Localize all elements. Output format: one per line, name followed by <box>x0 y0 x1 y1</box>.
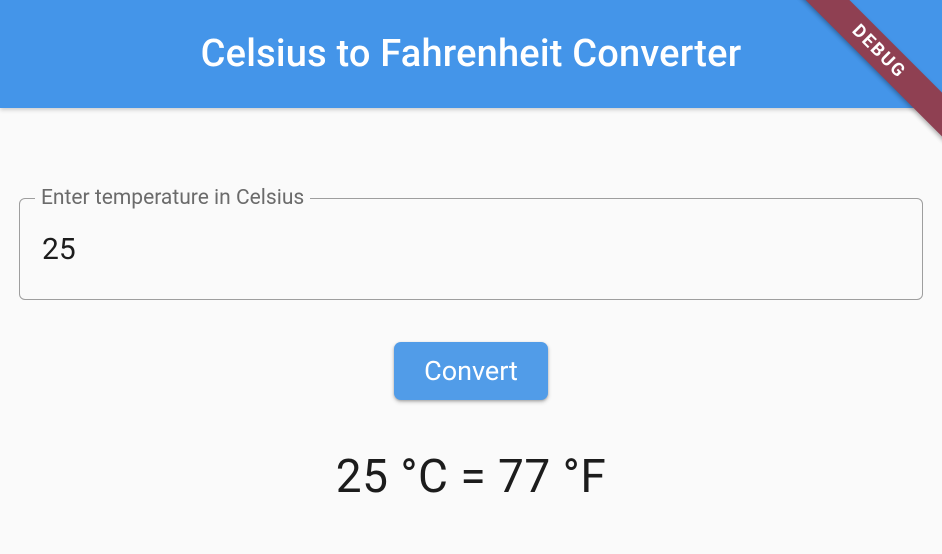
celsius-field-outline <box>19 198 923 300</box>
app-bar: Celsius to Fahrenheit Converter <box>0 0 942 108</box>
celsius-field-wrapper: Enter temperature in Celsius <box>19 198 923 300</box>
celsius-input[interactable] <box>42 232 900 267</box>
app-title: Celsius to Fahrenheit Converter <box>201 32 742 76</box>
result-text: 25 °C = 77 °F <box>336 450 607 504</box>
celsius-input-label: Enter temperature in Celsius <box>35 186 310 210</box>
content-area: Enter temperature in Celsius Convert 25 … <box>0 108 942 504</box>
convert-button[interactable]: Convert <box>394 342 548 400</box>
